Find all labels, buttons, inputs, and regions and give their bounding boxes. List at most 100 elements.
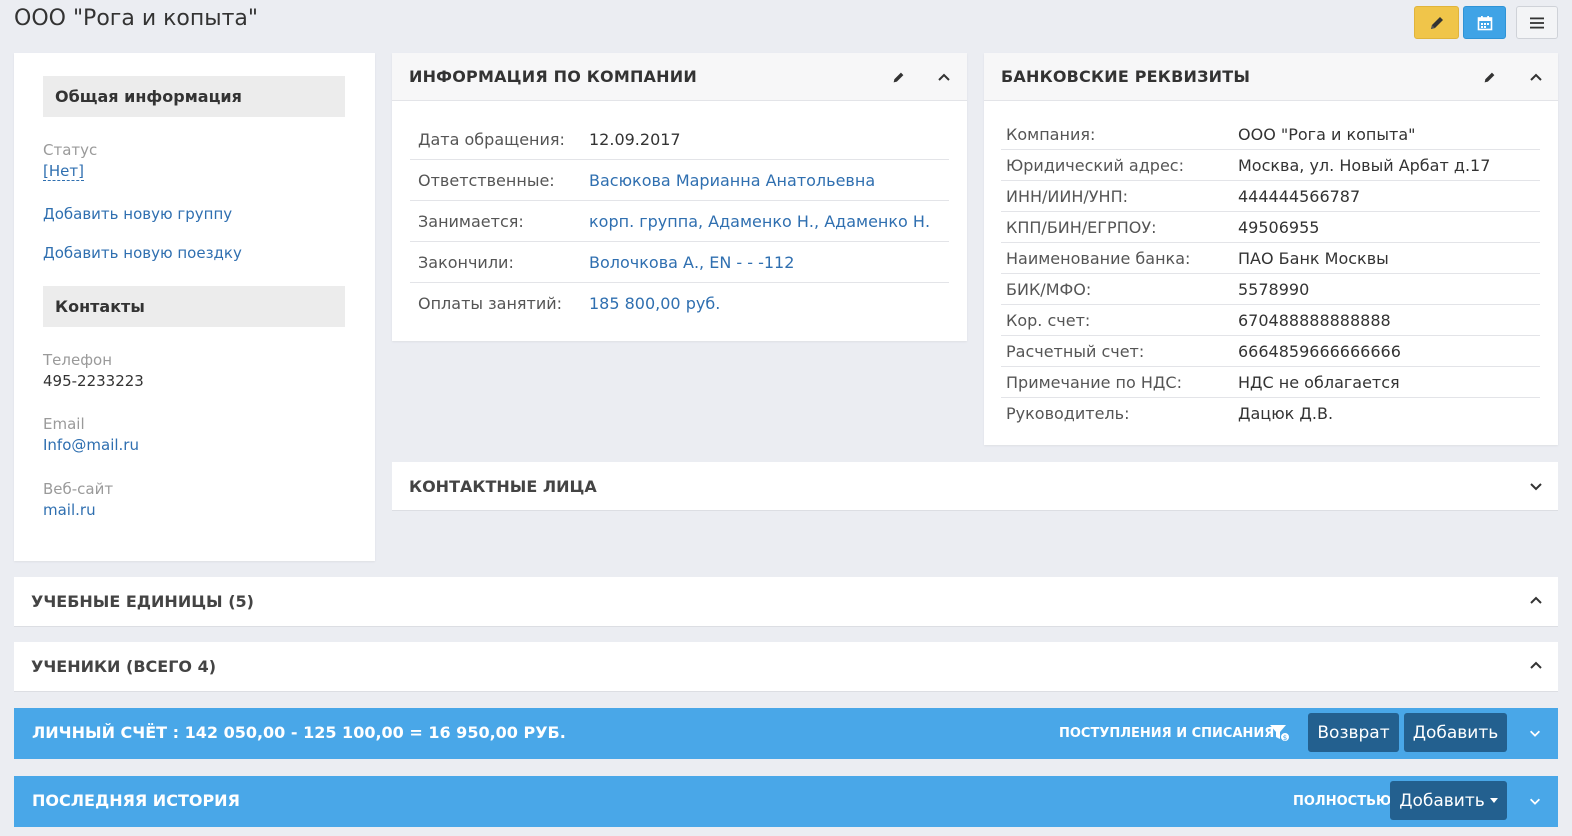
chevron-up-icon[interactable] (1528, 593, 1544, 609)
row-value: 6664859666666666 (1238, 342, 1401, 361)
phone-label: Телефон (43, 351, 113, 369)
row-label: Расчетный счет: (1006, 342, 1145, 361)
status-value-link[interactable]: [Нет] (43, 162, 84, 181)
bank-row: Руководитель: Дацюк Д.В. (1001, 398, 1540, 429)
website-link[interactable]: mail.ru (43, 501, 96, 519)
add-trip-link[interactable]: Добавить новую поездку (43, 244, 242, 262)
account-add-button[interactable]: Добавить (1404, 713, 1507, 752)
row-label: КПП/БИН/ЕГРПОУ: (1006, 218, 1157, 237)
chevron-down-icon[interactable] (1528, 794, 1542, 808)
students-panel[interactable]: УЧЕНИКИ (ВСЕГО 4) (14, 642, 1558, 692)
bank-row: ИНН/ИИН/УНП: 444444566787 (1001, 181, 1540, 212)
history-add-button[interactable]: Добавить (1390, 781, 1507, 820)
contacts-heading: Контакты (43, 286, 345, 327)
company-info-title: ИНФОРМАЦИЯ ПО КОМПАНИИ (409, 67, 697, 86)
page-title: ООО "Рога и копыта" (14, 6, 259, 31)
svg-text:$: $ (1283, 734, 1287, 742)
caret-down-icon (1489, 798, 1498, 803)
pencil-icon (893, 72, 903, 82)
website-label: Веб-сайт (43, 480, 114, 498)
menu-button[interactable] (1516, 6, 1558, 39)
add-group-link[interactable]: Добавить новую группу (43, 205, 232, 223)
company-edit-button[interactable] (888, 67, 908, 87)
bank-details-header: БАНКОВСКИЕ РЕКВИЗИТЫ (984, 53, 1558, 101)
bank-details-title: БАНКОВСКИЕ РЕКВИЗИТЫ (1001, 67, 1251, 86)
general-info-heading: Общая информация (43, 76, 345, 117)
company-info-row: Оплаты занятий: 185 800,00 руб. (410, 283, 949, 324)
bank-row: БИК/МФО: 5578990 (1001, 274, 1540, 305)
row-label: Примечание по НДС: (1006, 373, 1182, 392)
bank-row: Примечание по НДС: НДС не облагается (1001, 367, 1540, 398)
history-title: ПОСЛЕДНЯЯ ИСТОРИЯ (32, 791, 240, 810)
row-label: Оплаты занятий: (418, 294, 563, 313)
calendar-button[interactable] (1463, 6, 1506, 39)
transactions-link[interactable]: ПОСТУПЛЕНИЯ И СПИСАНИЯ (1059, 726, 1274, 741)
refund-button[interactable]: Возврат (1308, 713, 1399, 752)
account-title: ЛИЧНЫЙ СЧЁТ : 142 050,00 - 125 100,00 = … (32, 723, 566, 742)
row-label: Юридический адрес: (1006, 156, 1184, 175)
company-info-row: Закончили: Волочкова А., EN - - -112 (410, 242, 949, 283)
email-label: Email (43, 415, 85, 433)
row-value: Дацюк Д.В. (1238, 404, 1334, 423)
studying-link[interactable]: корп. группа, Адаменко Н., Адаменко Н. (589, 212, 930, 231)
edit-button[interactable] (1414, 6, 1459, 39)
company-info-row: Дата обращения: 12.09.2017 (410, 119, 949, 160)
row-value: 12.09.2017 (589, 130, 681, 149)
contact-persons-panel[interactable]: КОНТАКТНЫЕ ЛИЦА (392, 462, 1558, 511)
history-panel: ПОСЛЕДНЯЯ ИСТОРИЯ ПОЛНОСТЬЮ Добавить (14, 776, 1558, 827)
payments-link[interactable]: 185 800,00 руб. (589, 294, 720, 313)
students-title: УЧЕНИКИ (ВСЕГО 4) (31, 657, 217, 676)
row-label: Дата обращения: (418, 130, 565, 149)
hamburger-icon (1530, 17, 1544, 28)
company-info-card: ИНФОРМАЦИЯ ПО КОМПАНИИ Дата обращения: 1… (392, 53, 967, 341)
chevron-up-icon (938, 73, 950, 81)
company-info-row: Занимается: корп. группа, Адаменко Н., А… (410, 201, 949, 242)
calendar-icon (1477, 15, 1492, 30)
pencil-icon (1484, 72, 1494, 82)
bank-row: Кор. счет: 670488888888888 (1001, 305, 1540, 336)
row-value: ПАО Банк Москвы (1238, 249, 1389, 268)
company-info-header: ИНФОРМАЦИЯ ПО КОМПАНИИ (392, 53, 967, 101)
bank-details-card: БАНКОВСКИЕ РЕКВИЗИТЫ Компания: ООО "Рога… (984, 53, 1558, 445)
phone-value: 495-2233223 (43, 372, 144, 390)
bank-edit-button[interactable] (1479, 67, 1499, 87)
bank-collapse-button[interactable] (1526, 67, 1546, 87)
chevron-down-icon[interactable] (1528, 726, 1542, 740)
row-label: Кор. счет: (1006, 311, 1091, 330)
row-value: 444444566787 (1238, 187, 1361, 206)
units-panel[interactable]: УЧЕБНЫЕ ЕДИНИЦЫ (5) (14, 577, 1558, 627)
chevron-up-icon[interactable] (1528, 658, 1544, 674)
units-title: УЧЕБНЫЕ ЕДИНИЦЫ (5) (31, 592, 254, 611)
finished-link[interactable]: Волочкова А., EN - - -112 (589, 253, 794, 272)
company-info-row: Ответственные: Васюкова Марианна Анатоль… (410, 160, 949, 201)
pencil-icon (1430, 16, 1443, 29)
row-label: Компания: (1006, 125, 1096, 144)
row-label: Закончили: (418, 253, 514, 272)
email-link[interactable]: Info@mail.ru (43, 436, 139, 454)
filter-money-icon[interactable]: $ (1269, 724, 1291, 742)
row-label: Занимается: (418, 212, 524, 231)
history-full-link[interactable]: ПОЛНОСТЬЮ (1293, 794, 1391, 809)
row-label: Руководитель: (1006, 404, 1130, 423)
bank-row: КПП/БИН/ЕГРПОУ: 49506955 (1001, 212, 1540, 243)
chevron-down-icon[interactable] (1528, 478, 1544, 494)
account-panel: ЛИЧНЫЙ СЧЁТ : 142 050,00 - 125 100,00 = … (14, 708, 1558, 759)
row-label: БИК/МФО: (1006, 280, 1092, 299)
chevron-up-icon (1530, 73, 1542, 81)
bank-row: Компания: ООО "Рога и копыта" (1001, 119, 1540, 150)
history-add-label: Добавить (1399, 790, 1485, 811)
bank-row: Юридический адрес: Москва, ул. Новый Арб… (1001, 150, 1540, 181)
row-label: ИНН/ИИН/УНП: (1006, 187, 1128, 206)
row-value: ООО "Рога и копыта" (1238, 125, 1416, 144)
responsible-link[interactable]: Васюкова Марианна Анатольевна (589, 171, 875, 190)
row-label: Ответственные: (418, 171, 555, 190)
row-value: 670488888888888 (1238, 311, 1391, 330)
row-value: 49506955 (1238, 218, 1320, 237)
row-value: 5578990 (1238, 280, 1310, 299)
row-label: Наименование банка: (1006, 249, 1191, 268)
contact-persons-title: КОНТАКТНЫЕ ЛИЦА (409, 477, 597, 496)
row-value: НДС не облагается (1238, 373, 1400, 392)
company-collapse-button[interactable] (934, 67, 954, 87)
bank-row: Наименование банка: ПАО Банк Москвы (1001, 243, 1540, 274)
bank-row: Расчетный счет: 6664859666666666 (1001, 336, 1540, 367)
